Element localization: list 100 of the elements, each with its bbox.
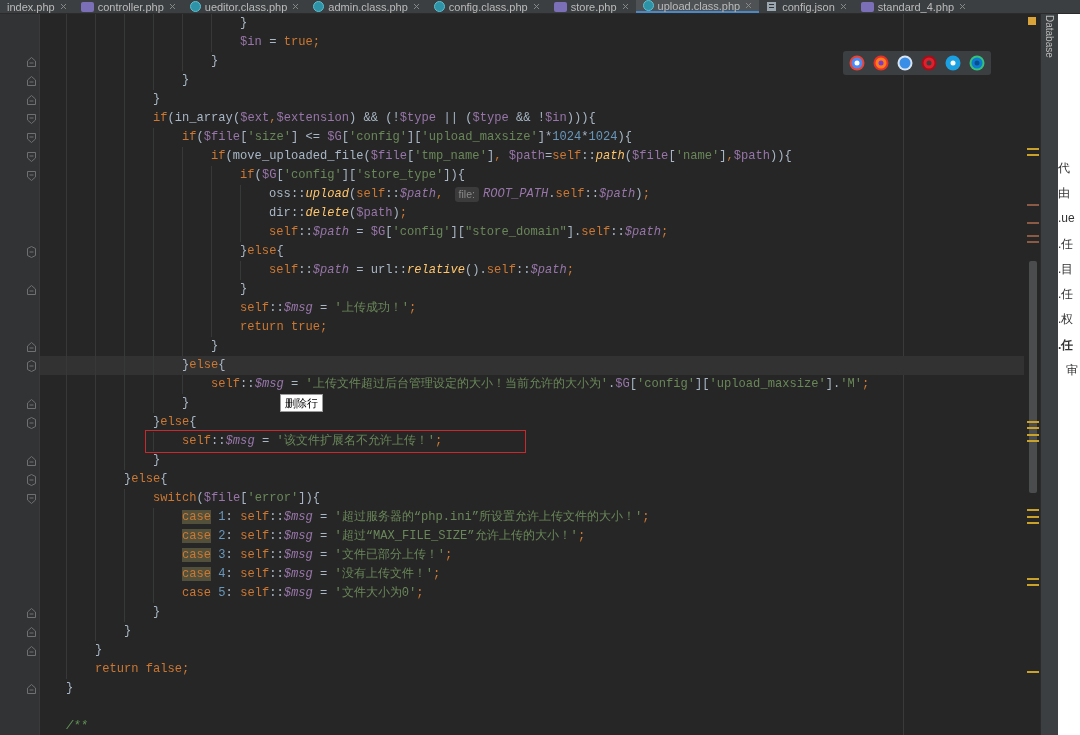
fold-marker-icon[interactable] — [27, 359, 36, 372]
fold-marker-icon[interactable] — [27, 56, 36, 67]
close-icon[interactable] — [620, 2, 630, 11]
panel-text: .目 — [1058, 261, 1074, 276]
browser-icon[interactable] — [849, 55, 865, 71]
code-line: } — [211, 338, 219, 356]
fold-marker-icon[interactable] — [27, 683, 36, 694]
editor-tab[interactable]: controller.php — [73, 0, 183, 13]
editor-tab[interactable]: upload.class.php — [635, 0, 760, 13]
fold-marker-icon[interactable] — [27, 455, 36, 466]
class-file-icon — [313, 1, 325, 12]
close-icon[interactable] — [838, 2, 848, 11]
code-line: if($G['config']['store_type']){ — [240, 167, 466, 185]
code-line: switch($file['error']){ — [153, 490, 320, 508]
panel-text: .ue — [1058, 211, 1075, 226]
fold-marker-icon[interactable] — [27, 473, 36, 486]
browser-icon[interactable] — [897, 55, 913, 71]
panel-text: .权 — [1058, 312, 1074, 327]
code-line: case 1: self::$msg = '超过服务器的“php.ini”所设置允许上传文件的大小！'; — [182, 509, 650, 527]
panel-text: .任 — [1058, 236, 1074, 251]
code-line: self::$path = url::relative().self::$path; — [269, 262, 574, 280]
code-line: return true; — [240, 319, 328, 337]
fold-marker-icon[interactable] — [27, 607, 36, 618]
code-line: }else{ — [153, 414, 197, 432]
code-line: } — [153, 91, 161, 109]
code-line: } — [66, 680, 74, 698]
close-icon[interactable] — [291, 2, 301, 11]
code-line: self::$msg = '上传文件超过后台管理设定的大小！当前允许的大小为'.$G['config']['upload_maxsize'].'M'; — [211, 376, 870, 394]
code-line: /** — [66, 718, 88, 735]
code-line: if($file['size'] <= $G['config']['upload_maxsize']*1024*1024){ — [182, 129, 633, 147]
fold-marker-icon[interactable] — [27, 113, 36, 124]
panel-text: 由 — [1058, 185, 1070, 200]
code-line: } — [240, 281, 248, 299]
code-line: } — [182, 395, 190, 413]
editor-tab[interactable]: standard_4.php — [853, 0, 974, 13]
code-line: if(in_array($ext,$extension) && (!$type || ($type && !$in))){ — [153, 110, 596, 128]
code-line: }else{ — [124, 471, 168, 489]
class-file-icon — [189, 1, 201, 12]
panel-text: .任 — [1058, 337, 1074, 352]
panel-text: 审 — [1065, 363, 1078, 377]
parameter-hint: file: — [454, 187, 479, 202]
code-line: case 5: self::$msg = '文件大小为0'; — [182, 585, 424, 603]
code-line: } — [153, 604, 161, 622]
panel-text: .任 — [1058, 287, 1074, 302]
code-line: }else{ — [240, 243, 284, 261]
fold-marker-icon[interactable] — [27, 398, 36, 409]
php-file-icon — [80, 1, 94, 12]
editor-tab[interactable]: admin.class.php — [306, 0, 427, 13]
code-line: return false; — [95, 661, 190, 679]
code-line: $in = true; — [240, 34, 320, 52]
code-line: }else{ — [182, 357, 226, 375]
fold-marker-icon[interactable] — [27, 151, 36, 162]
code-line: oss::upload(self::$path, — [269, 186, 445, 204]
editor-tab[interactable]: index.php — [0, 0, 74, 13]
code-line: } — [211, 53, 219, 71]
tooltip: 删除行 — [280, 394, 323, 412]
close-icon[interactable] — [58, 2, 68, 11]
code-line: } — [182, 72, 190, 90]
fold-marker-icon[interactable] — [27, 341, 36, 352]
close-icon[interactable] — [744, 1, 754, 10]
browser-icon[interactable] — [969, 55, 985, 71]
fold-marker-icon[interactable] — [27, 170, 36, 181]
fold-marker-icon[interactable] — [27, 284, 36, 295]
code-line: ROOT_PATH.self::$path); — [482, 186, 650, 204]
scrollbar-thumb[interactable] — [1029, 261, 1037, 493]
code-line: } — [124, 623, 132, 641]
fold-marker-icon[interactable] — [27, 75, 36, 86]
code-line: } — [95, 642, 103, 660]
close-icon[interactable] — [531, 2, 541, 11]
code-line: self::$msg = '上传成功！'; — [240, 300, 417, 318]
editor-tab[interactable]: ueditor.class.php — [182, 0, 307, 13]
close-icon[interactable] — [958, 2, 968, 11]
close-icon[interactable] — [167, 2, 177, 11]
editor-tab[interactable]: store.php — [546, 0, 636, 13]
fold-marker-icon[interactable] — [27, 493, 36, 504]
fold-marker-icon[interactable] — [27, 94, 36, 105]
panel-text: 代 — [1058, 160, 1070, 175]
fold-marker-icon[interactable] — [27, 626, 36, 637]
browser-icon[interactable] — [945, 55, 961, 71]
fold-marker-icon[interactable] — [27, 245, 36, 258]
code-line: self::$path = $G['config']["store_domain"].self::$path; — [269, 224, 669, 242]
code-line: dir::delete($path); — [269, 205, 408, 223]
php-file-icon — [553, 1, 567, 12]
close-icon[interactable] — [411, 2, 421, 11]
code-line: } — [240, 15, 248, 33]
php-file-icon — [860, 1, 874, 12]
code-line: case 4: self::$msg = '没有上传文件！'; — [182, 566, 441, 584]
code-line: self::$msg = '该文件扩展名不允许上传！'; — [182, 433, 443, 451]
code-line: if(move_uploaded_file($file['tmp_name'], $path=self::path($file['name'],$path)){ — [211, 148, 792, 166]
class-file-icon — [642, 0, 654, 11]
editor-tab[interactable]: config.json — [759, 0, 854, 13]
class-file-icon — [433, 1, 445, 12]
editor-tab[interactable]: config.class.php — [426, 0, 547, 13]
fold-marker-icon[interactable] — [27, 645, 36, 656]
fold-marker-icon[interactable] — [27, 132, 36, 143]
tool-window-button[interactable]: Database — [1042, 15, 1057, 58]
fold-marker-icon[interactable] — [27, 416, 36, 429]
code-line: case 3: self::$msg = '文件已部分上传！'; — [182, 547, 453, 565]
code-line: case 2: self::$msg = '超过“MAX_FILE_SIZE”允许上传的大小！'; — [182, 528, 586, 546]
code-line: } — [153, 452, 161, 470]
